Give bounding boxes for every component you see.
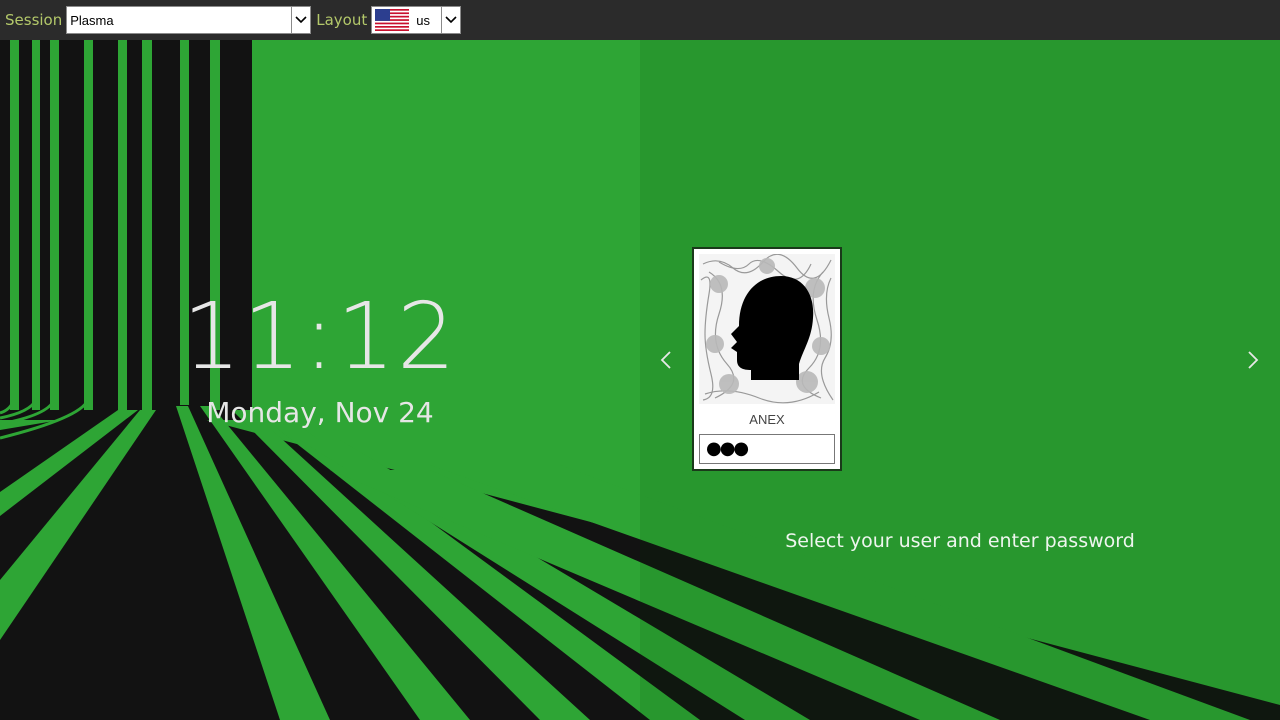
password-field[interactable]: ●●● <box>699 434 835 464</box>
us-flag-icon <box>375 9 410 31</box>
clock-time: 11:12 <box>182 283 458 390</box>
session-select[interactable]: Plasma <box>66 6 312 34</box>
layout-label: Layout <box>316 11 368 29</box>
session-label: Session <box>5 11 63 29</box>
login-prompt: Select your user and enter password <box>785 530 1135 552</box>
user-card[interactable]: ANEX ●●● <box>692 247 842 471</box>
login-screen: Session Plasma Layout us 11:12 Monday, N… <box>0 0 1280 720</box>
chevron-left-icon[interactable] <box>656 350 676 370</box>
chevron-down-icon[interactable] <box>441 7 460 33</box>
chevron-right-icon[interactable] <box>1243 350 1263 370</box>
layout-value: us <box>416 12 430 28</box>
clock-date: Monday, Nov 24 <box>206 396 434 429</box>
session-value: Plasma <box>70 12 114 28</box>
top-bar: Session Plasma Layout us <box>0 0 1280 40</box>
avatar <box>699 254 835 404</box>
chevron-down-icon[interactable] <box>291 7 310 33</box>
layout-select[interactable]: us <box>371 6 462 34</box>
username: ANEX <box>749 412 785 427</box>
